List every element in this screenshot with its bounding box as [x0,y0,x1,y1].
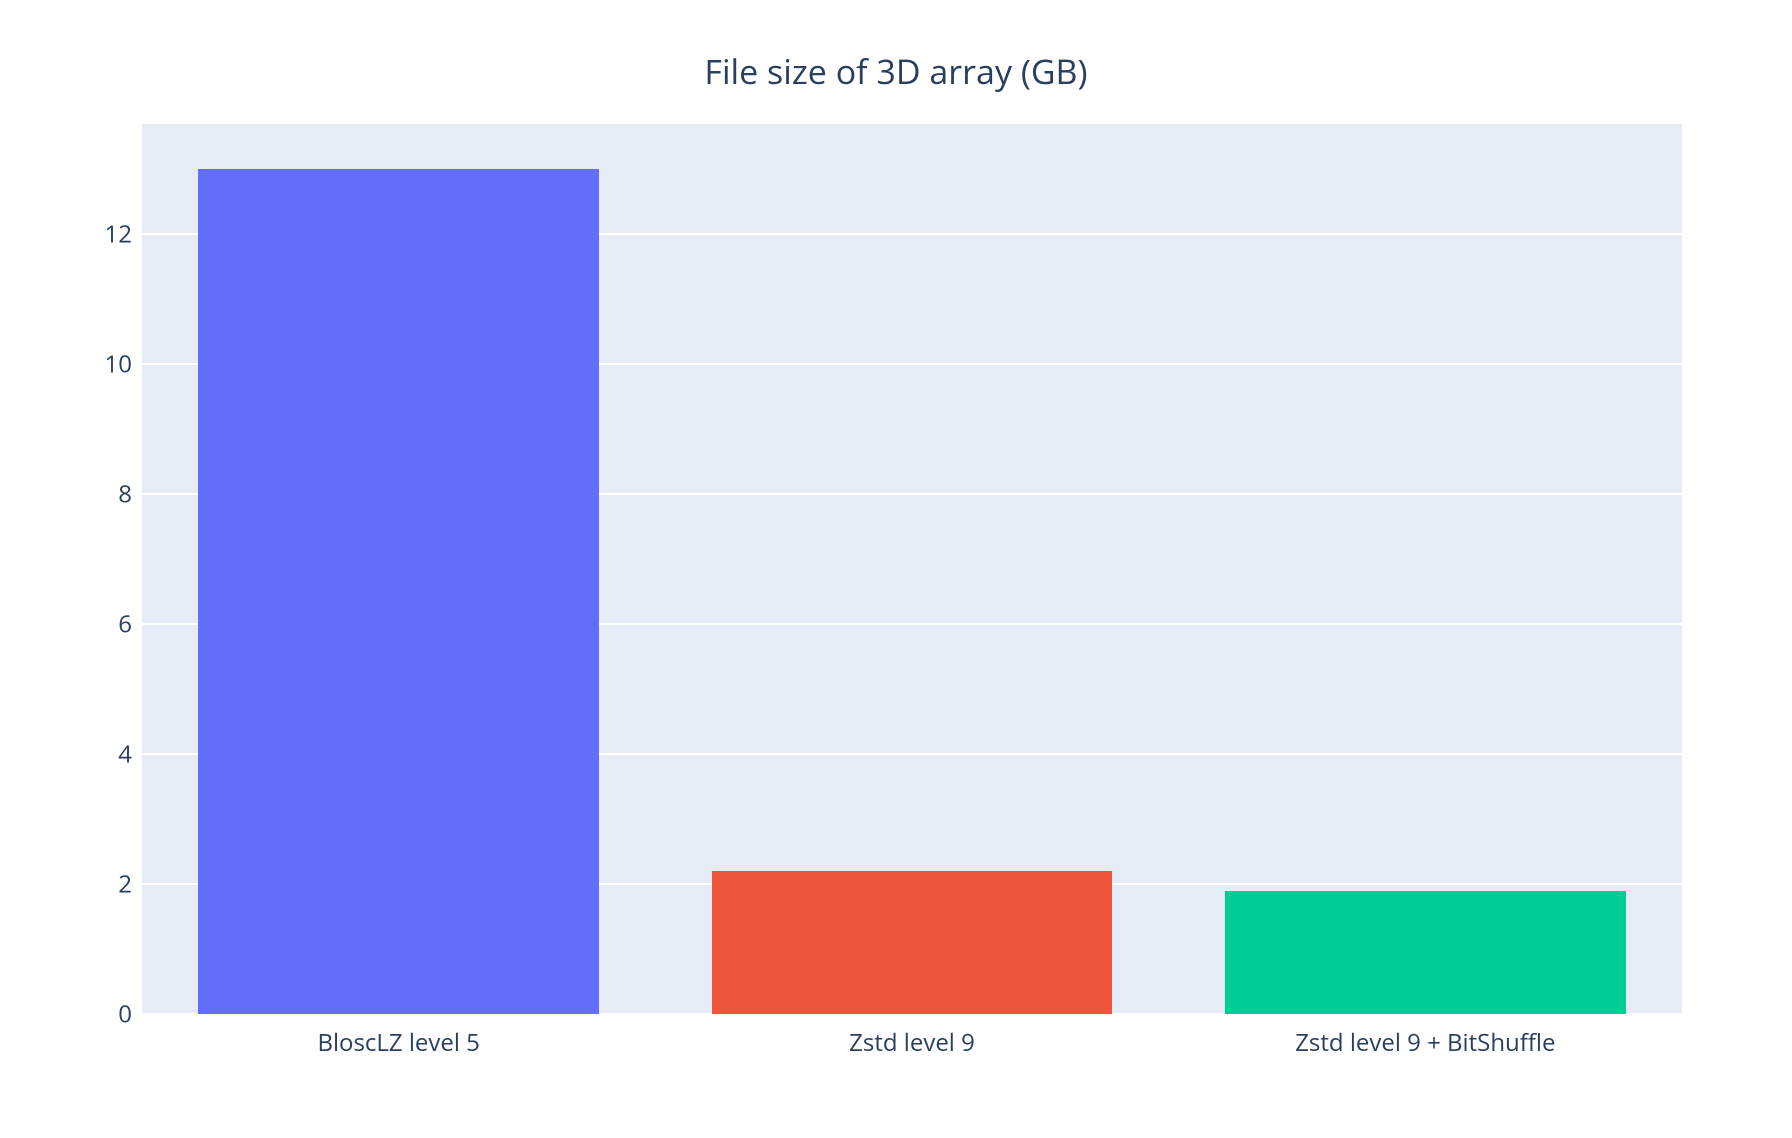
x-tick-label: Zstd level 9 + BitShuffle [1169,1026,1682,1059]
chart-container: File size of 3D array (GB) 0 2 4 6 8 10 12 Blo… [0,0,1792,1138]
chart-title: File size of 3D array (GB) [0,48,1792,94]
y-tick-label: 12 [72,218,132,251]
x-tick-label: Zstd level 9 [655,1026,1168,1059]
y-tick-label: 2 [72,868,132,901]
bar [1225,891,1625,1014]
bar [712,871,1112,1014]
y-tick-label: 10 [72,348,132,381]
y-tick-label: 8 [72,478,132,511]
y-tick-label: 6 [72,608,132,641]
y-tick-label: 0 [72,998,132,1031]
x-tick-label: BloscLZ level 5 [142,1026,655,1059]
bar [198,169,598,1014]
plot-area [142,124,1682,1014]
y-tick-label: 4 [72,738,132,771]
